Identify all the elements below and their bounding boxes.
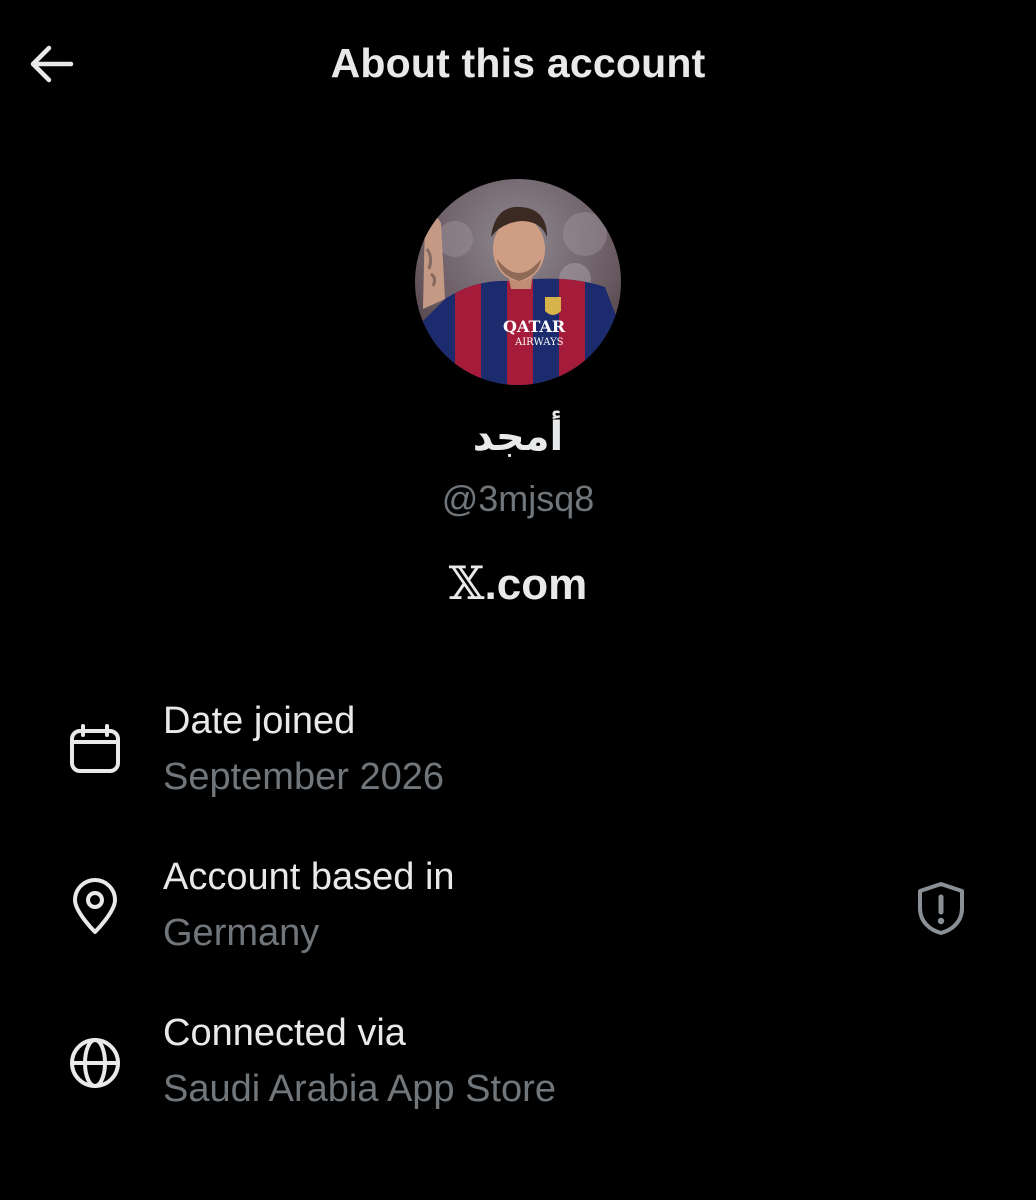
- info-row-connected-via: Connected via Saudi Arabia App Store: [0, 1012, 1036, 1132]
- info-row-account-based-in: Account based in Germany: [0, 856, 1036, 976]
- platform-label: 𝕏.com: [0, 556, 1036, 610]
- globe-icon: [70, 1038, 120, 1088]
- avatar[interactable]: QATAR AIRWAYS: [415, 179, 621, 385]
- header-bar: About this account: [0, 0, 1036, 130]
- date-joined-label: Date joined: [163, 700, 356, 742]
- date-joined-value: September 2026: [163, 756, 444, 798]
- info-row-date-joined: Date joined September 2026: [0, 700, 1036, 820]
- username-handle: @3mjsq8: [441, 478, 595, 519]
- profile-photo: QATAR AIRWAYS: [415, 179, 621, 385]
- svg-text:QATAR: QATAR: [503, 317, 566, 336]
- svg-text:AIRWAYS: AIRWAYS: [514, 337, 564, 348]
- page-title: About this account: [330, 40, 706, 86]
- platform-domain: .com: [484, 560, 588, 609]
- display-name: أمجد: [472, 414, 564, 460]
- calendar-icon: [70, 724, 120, 773]
- connected-via-label: Connected via: [163, 1012, 406, 1054]
- location-info-button[interactable]: [914, 880, 968, 936]
- account-based-in-value: Germany: [163, 912, 320, 954]
- location-pin-icon: [73, 878, 117, 934]
- connected-via-value: Saudi Arabia App Store: [163, 1068, 556, 1110]
- account-based-in-label: Account based in: [163, 856, 455, 898]
- shield-alert-icon: [918, 882, 964, 935]
- x-logo-icon: 𝕏: [448, 556, 485, 610]
